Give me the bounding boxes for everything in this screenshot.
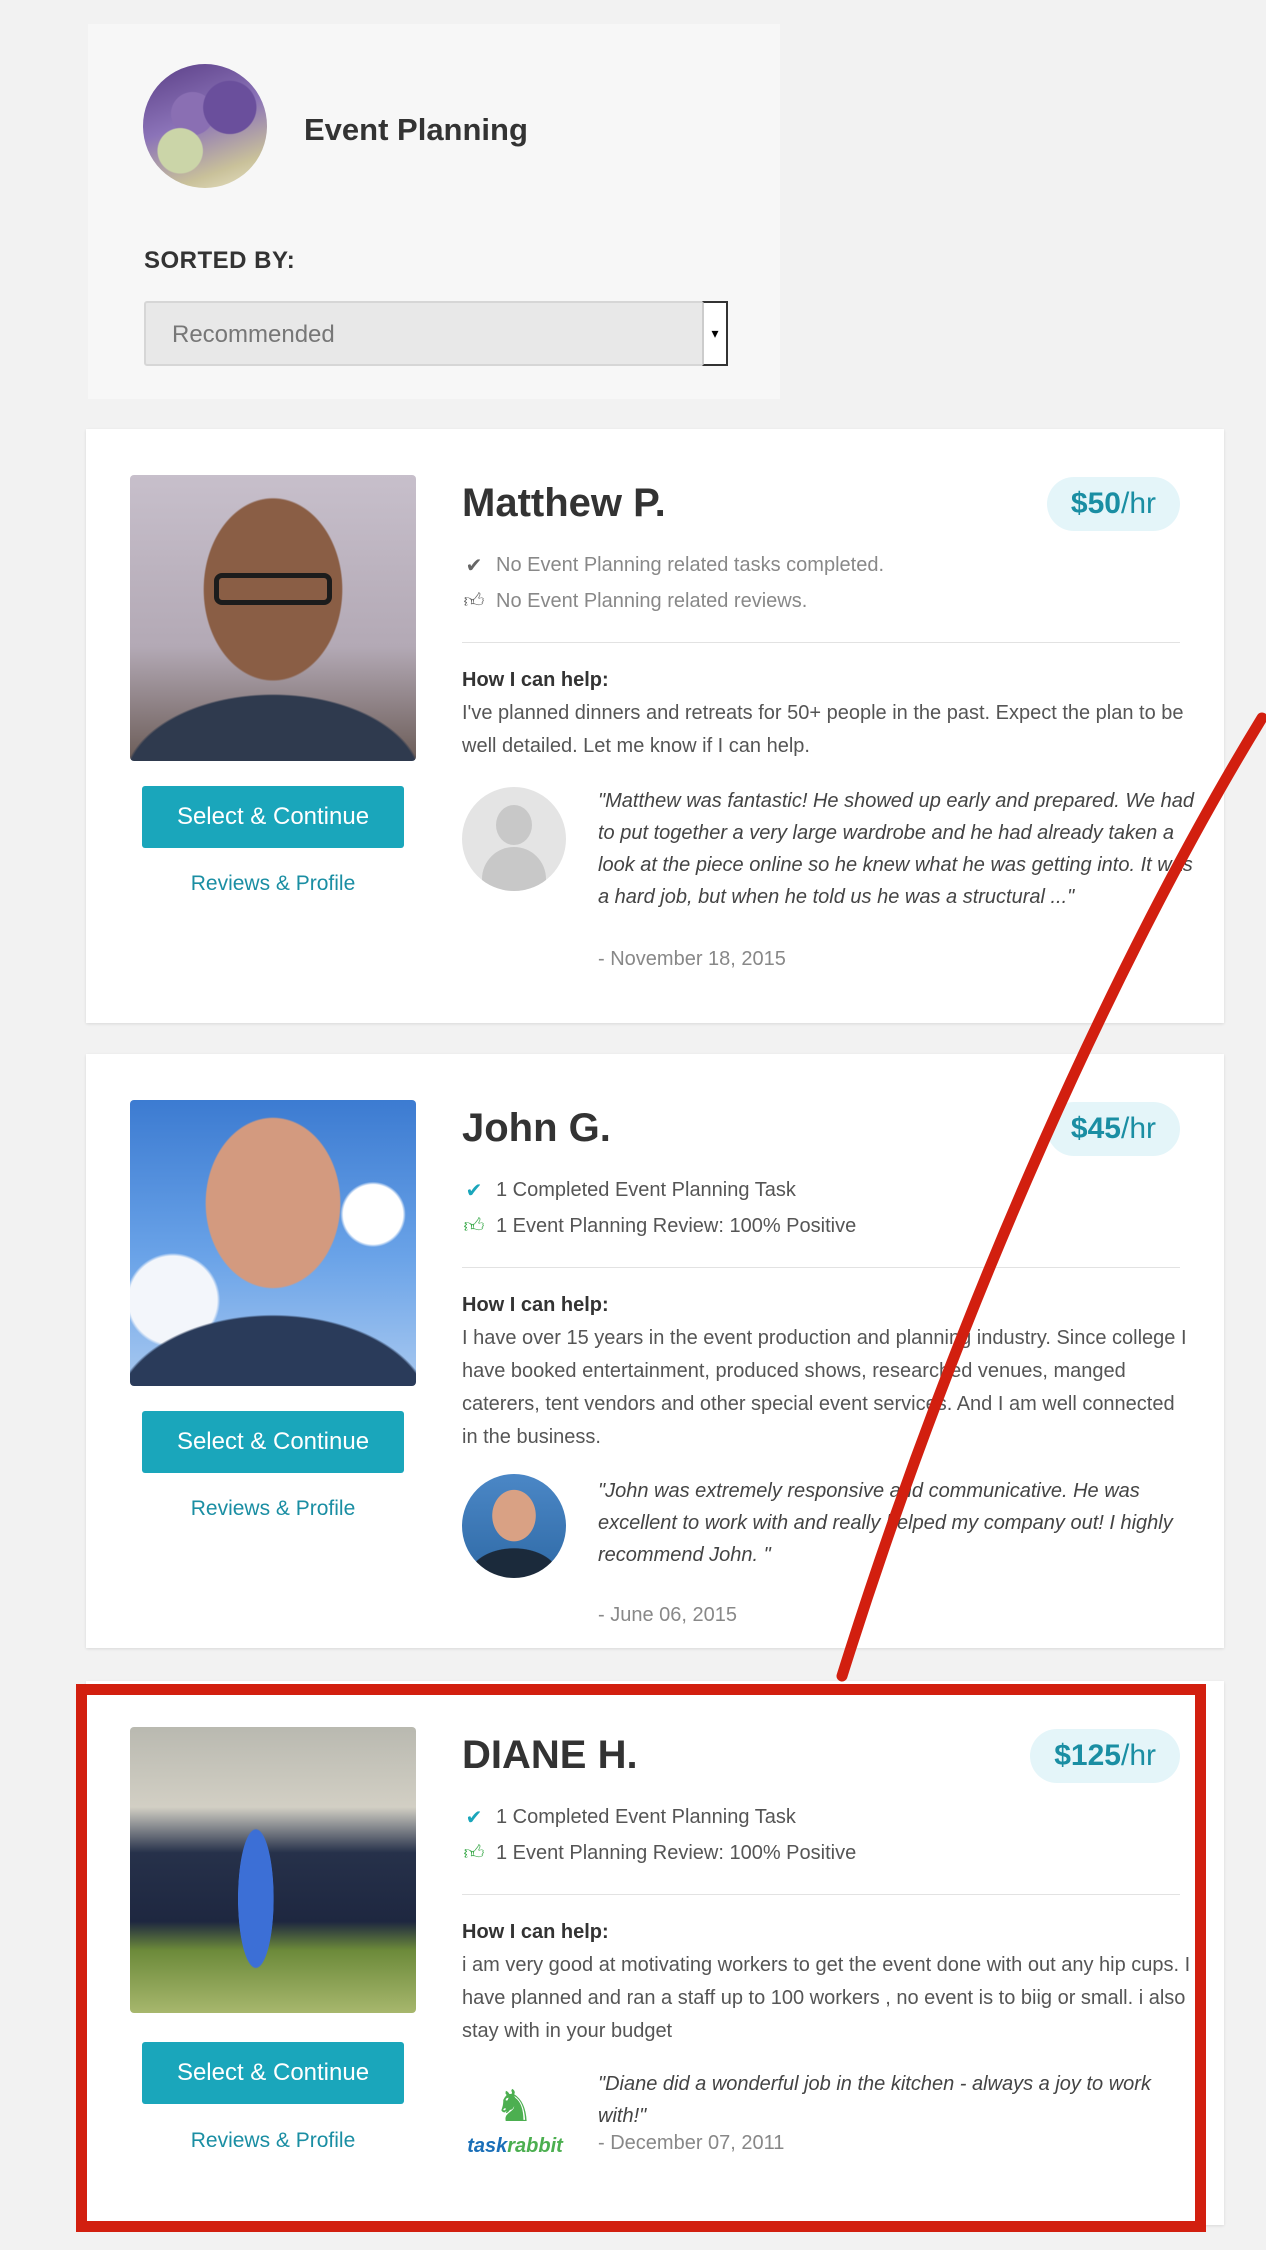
tasker-name[interactable]: Matthew P. [462,481,666,526]
price-badge: $125/hr [1030,1729,1180,1783]
logo-text-task: task [467,2135,508,2157]
review-date: - December 07, 2011 [598,2132,785,2154]
tasker-photo[interactable] [130,1100,416,1386]
help-text: i am very good at motivating workers to … [462,1954,1191,2042]
select-continue-button[interactable]: Select & Continue [142,1411,404,1473]
price-unit: /hr [1120,1739,1156,1772]
thumbs-up-icon: 👍︎ [463,1842,485,1864]
help-text: I have over 15 years in the event produc… [462,1327,1187,1448]
select-continue-button[interactable]: Select & Continue [142,786,404,848]
tasker-card-diane: Select & Continue Reviews & Profile DIAN… [86,1681,1224,2225]
stat-reviews: 👍︎ No Event Planning related reviews. [462,589,808,613]
review-date: - November 18, 2015 [598,948,786,970]
tasker-name[interactable]: DIANE H. [462,1733,638,1778]
check-icon: ✔ [465,1807,483,1829]
page: Event Planning SORTED BY: Recommended ▾ … [0,0,1266,2250]
review-date: - June 06, 2015 [598,1604,737,1626]
tasker-card-matthew: Select & Continue Reviews & Profile Matt… [86,429,1224,1023]
tasker-card-john: Select & Continue Reviews & Profile John… [86,1054,1224,1648]
glasses-shape [214,573,332,605]
reviewer-logo-text: taskrabbit [464,2135,566,2158]
stat-reviews-text: 1 Event Planning Review: 100% Positive [496,1214,857,1237]
review-quote: "Diane did a wonderful job in the kitche… [598,2073,1151,2127]
price-unit: /hr [1120,487,1156,520]
review-quote: "Matthew was fantastic! He showed up ear… [598,790,1194,908]
category-header-panel: Event Planning SORTED BY: Recommended ▾ [88,24,780,399]
thumbs-up-icon: 👍︎ [463,1215,485,1237]
divider [462,1894,1180,1895]
category-avatar-image [143,64,267,188]
price-badge: $50/hr [1046,477,1180,531]
review-quote: "John was extremely responsive and commu… [598,1480,1173,1566]
stat-reviews: 👍︎ 1 Event Planning Review: 100% Positive [462,1214,857,1238]
sort-select[interactable]: Recommended ▾ [144,301,728,366]
divider [462,1267,1180,1268]
check-icon: ✔ [465,555,483,577]
tasker-photo[interactable] [130,1727,416,2013]
stat-tasks-text: 1 Completed Event Planning Task [496,1806,796,1828]
thumbs-up-icon: 👍︎ [463,590,485,612]
divider [462,642,1180,643]
dropdown-arrow-icon[interactable]: ▾ [702,301,728,366]
reviewer-avatar [462,1474,566,1578]
help-label: How I can help: [462,669,609,691]
tasker-photo[interactable] [130,475,416,761]
reviews-profile-link[interactable]: Reviews & Profile [142,2129,404,2153]
reviewer-avatar-placeholder [462,787,566,891]
reviewer-logo: ♞ taskrabbit [462,2077,566,2181]
reviews-profile-link[interactable]: Reviews & Profile [142,1497,404,1521]
stat-reviews-text: 1 Event Planning Review: 100% Positive [496,1841,857,1864]
rabbit-logo-icon: ♞ [494,2082,534,2131]
price-amount: $125 [1054,1739,1121,1772]
price-amount: $50 [1070,487,1121,520]
stat-tasks: ✔ 1 Completed Event Planning Task [462,1805,796,1830]
help-text: I've planned dinners and retreats for 50… [462,702,1184,757]
tasker-name[interactable]: John G. [462,1106,611,1151]
stat-tasks: ✔ No Event Planning related tasks complet… [462,553,884,578]
price-amount: $45 [1070,1112,1121,1145]
stat-tasks-text: No Event Planning related tasks complete… [496,554,884,576]
stat-reviews: 👍︎ 1 Event Planning Review: 100% Positive [462,1841,857,1865]
sort-select-value: Recommended [172,321,335,348]
help-label: How I can help: [462,1294,609,1316]
stat-tasks: ✔ 1 Completed Event Planning Task [462,1178,796,1203]
stat-tasks-text: 1 Completed Event Planning Task [496,1179,796,1201]
check-icon: ✔ [465,1180,483,1202]
category-title: Event Planning [304,112,528,147]
price-badge: $45/hr [1046,1102,1180,1156]
sorted-by-label: SORTED BY: [144,247,296,274]
stat-reviews-text: No Event Planning related reviews. [496,589,808,612]
select-continue-button[interactable]: Select & Continue [142,2042,404,2104]
price-unit: /hr [1120,1112,1156,1145]
help-label: How I can help: [462,1921,609,1943]
reviews-profile-link[interactable]: Reviews & Profile [142,872,404,896]
logo-text-rabbit: rabbit [507,2135,563,2157]
